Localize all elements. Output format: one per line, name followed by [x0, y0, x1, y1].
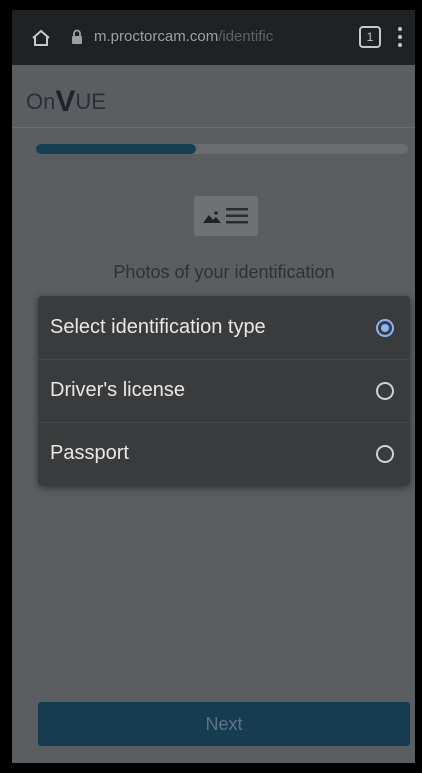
- option-drivers-license[interactable]: Driver's license: [38, 359, 410, 423]
- option-label: Select identification type: [50, 316, 266, 338]
- page-subtitle: Photos of your identification: [113, 262, 335, 282]
- logo-prefix: On: [26, 89, 56, 114]
- option-label: Passport: [50, 442, 129, 464]
- next-button[interactable]: Next: [38, 702, 410, 746]
- radio-unselected-icon[interactable]: [376, 445, 394, 463]
- onvue-logo: OnVUE: [26, 83, 106, 118]
- id-card-icon: [194, 196, 258, 236]
- progress-fill: [36, 144, 196, 154]
- lock-icon: [72, 29, 82, 44]
- tabs-icon[interactable]: 1: [359, 26, 381, 48]
- app-header: OnVUE: [12, 65, 415, 128]
- home-icon[interactable]: [30, 27, 52, 49]
- radio-selected-icon[interactable]: [376, 319, 394, 337]
- progress-bar: [36, 144, 408, 154]
- browser-address-bar: m.proctorcam.com/identific 1: [12, 10, 415, 65]
- phone-screen: m.proctorcam.com/identific 1 OnVUE Photo…: [12, 10, 415, 763]
- radio-unselected-icon[interactable]: [376, 382, 394, 400]
- logo-suffix: UE: [75, 89, 106, 114]
- more-vert-icon[interactable]: [398, 26, 402, 48]
- logo-v: V: [55, 85, 76, 118]
- url-host: m.proctorcam.com: [94, 28, 219, 45]
- id-type-dialog: Select identification type Driver's lice…: [38, 296, 410, 486]
- url-field[interactable]: m.proctorcam.com/identific: [94, 28, 273, 45]
- url-path: /identific: [218, 28, 274, 45]
- option-label: Driver's license: [50, 379, 185, 401]
- option-select-identification-type[interactable]: Select identification type: [38, 296, 410, 360]
- option-passport[interactable]: Passport: [38, 422, 410, 485]
